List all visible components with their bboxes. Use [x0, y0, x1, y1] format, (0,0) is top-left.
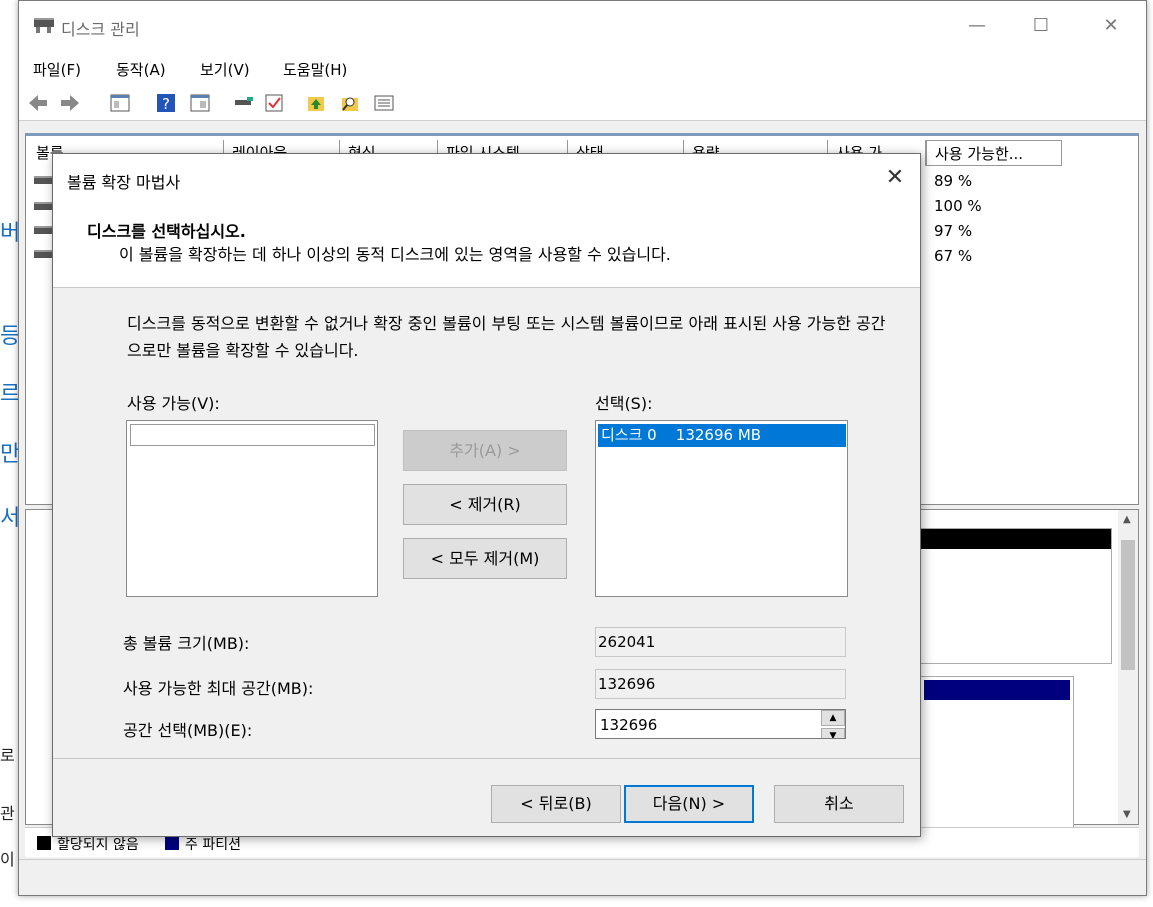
wizard-description: 디스크를 동적으로 변환할 수 없거나 확장 중인 볼륨이 부팅 또는 시스템 … [127, 314, 886, 360]
forward-arrow-icon[interactable] [59, 92, 81, 114]
menu-help[interactable]: 도움말(H) [283, 59, 347, 80]
legend-unallocated: 할당되지 않음 [57, 837, 139, 853]
total-volume-size-field: 262041 [595, 627, 846, 657]
volume-drive-icon [34, 176, 54, 184]
percent-free-cell: 67 % [934, 247, 973, 265]
selected-disks-label: 선택(S): [595, 394, 653, 413]
wizard-step-title: 디스크를 선택하십시오. [87, 222, 246, 241]
back-arrow-icon[interactable] [27, 92, 49, 114]
list-view-icon[interactable] [373, 92, 395, 114]
menu-file[interactable]: 파일(F) [33, 59, 81, 80]
background-text-fragment: 로 [0, 746, 15, 765]
help-icon[interactable]: ? [155, 92, 177, 114]
menu-action[interactable]: 동작(A) [116, 59, 166, 80]
window-title: 디스크 관리 [61, 20, 140, 39]
select-space-spinbox[interactable]: 132696 ▲ ▼ [595, 709, 846, 739]
menu-view[interactable]: 보기(V) [200, 59, 250, 80]
background-text-fragment: 이 [0, 850, 15, 869]
title-bar: 디스크 관리 — ☐ ✕ [19, 1, 1146, 51]
select-space-value[interactable]: 132696 [600, 716, 657, 734]
disk-management-icon [34, 18, 54, 33]
close-button[interactable]: ✕ [1091, 13, 1131, 39]
maximize-button[interactable]: ☐ [1021, 13, 1061, 39]
selected-disk-item[interactable]: 디스크 0 132696 MB [598, 424, 846, 447]
select-space-label: 공간 선택(MB)(E): [123, 721, 253, 740]
wizard-step-subtitle: 이 볼륨을 확장하는 데 하나 이상의 동적 디스크에 있는 영역을 사용할 수… [119, 245, 671, 264]
toolbar: ? [19, 85, 1146, 121]
connect-disk-icon[interactable] [233, 92, 255, 114]
search-folder-icon[interactable] [339, 92, 361, 114]
scroll-down-icon[interactable]: ▼ [1123, 809, 1131, 820]
volume-drive-icon [34, 202, 54, 210]
back-button[interactable]: < 뒤로(B) [491, 785, 621, 823]
cancel-button[interactable]: 취소 [774, 785, 904, 823]
max-available-space-field: 132696 [595, 669, 846, 699]
column-header-percent-free[interactable]: 사용 가능한... [926, 140, 1062, 166]
wizard-header: 디스크를 선택하십시오. 이 볼륨을 확장하는 데 하나 이상의 동적 디스크에… [53, 204, 920, 288]
minimize-button[interactable]: — [957, 13, 997, 39]
primary-partition-swatch [165, 836, 179, 850]
unallocated-bar [921, 529, 1111, 549]
available-list-focus-rect [130, 424, 375, 446]
primary-partition-bar [924, 680, 1070, 700]
next-button[interactable]: 다음(N) > [624, 785, 754, 823]
max-available-space-label: 사용 가능한 최대 공간(MB): [123, 679, 314, 698]
available-disks-list[interactable] [126, 420, 378, 597]
available-disks-label: 사용 가능(V): [127, 394, 220, 413]
wizard-footer-separator [53, 758, 920, 759]
remove-button[interactable]: < 제거(R) [403, 484, 567, 525]
volume-drive-icon [34, 250, 54, 258]
vertical-scrollbar[interactable]: ▲ ▼ [1118, 510, 1138, 824]
disk-0-partition-block[interactable] [920, 528, 1112, 664]
show-hide-pane-icon[interactable] [189, 92, 211, 114]
total-volume-size-label: 총 볼륨 크기(MB): [123, 634, 250, 653]
unallocated-swatch [37, 836, 51, 850]
background-text-fragment: 관 [0, 804, 15, 823]
extend-volume-wizard-dialog: 볼륨 확장 마법사 ✕ 디스크를 선택하십시오. 이 볼륨을 확장하는 데 하나… [52, 153, 921, 837]
percent-free-cell: 100 % [934, 197, 982, 215]
volume-drive-icon [34, 226, 54, 234]
spin-down-icon[interactable]: ▼ [821, 728, 845, 738]
status-bar [19, 859, 1146, 891]
svg-text:?: ? [162, 95, 170, 113]
percent-free-cell: 89 % [934, 172, 973, 190]
selected-disks-list[interactable]: 디스크 0 132696 MB [595, 420, 848, 597]
up-folder-icon[interactable] [305, 92, 327, 114]
spin-up-icon[interactable]: ▲ [821, 710, 845, 726]
percent-free-cell: 97 % [934, 222, 973, 240]
add-button[interactable]: 추가(A) > [403, 430, 567, 471]
disk-1-partition-block[interactable] [920, 676, 1074, 828]
wizard-close-button[interactable]: ✕ [880, 164, 910, 192]
legend-primary: 주 파티션 [185, 837, 241, 853]
wizard-title: 볼륨 확장 마법사 [67, 173, 181, 192]
scroll-up-icon[interactable]: ▲ [1123, 514, 1131, 525]
wizard-title-bar: 볼륨 확장 마법사 ✕ [53, 154, 920, 204]
scrollbar-thumb[interactable] [1121, 540, 1135, 670]
remove-all-button[interactable]: < 모두 제거(M) [403, 538, 567, 579]
menu-bar: 파일(F) 동작(A) 보기(V) 도움말(H) [19, 51, 1146, 85]
check-properties-icon[interactable] [263, 92, 285, 114]
console-tree-icon[interactable] [109, 92, 131, 114]
